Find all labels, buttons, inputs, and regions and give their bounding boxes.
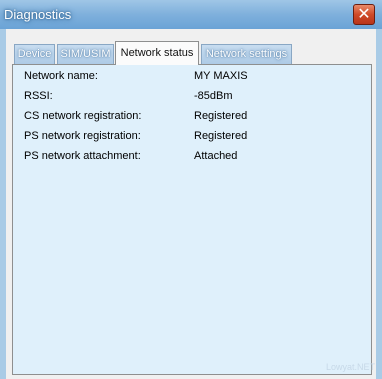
diagnostics-window: Diagnostics ✕ Device SIM/USIM Network st… (0, 0, 382, 379)
title-bar[interactable]: Diagnostics ✕ (0, 0, 382, 29)
rssi-value: -85dBm (194, 90, 233, 102)
watermark: Lowyat.NET (326, 362, 376, 372)
dialog-client-area: Device SIM/USIM Network status Network s… (6, 29, 376, 379)
network-name-value: MY MAXIS (194, 70, 248, 82)
cs-network-registration-value: Registered (194, 110, 248, 122)
ps-network-attachment-label: PS network attachment: (24, 150, 141, 162)
close-icon: ✕ (357, 4, 371, 23)
ps-network-registration-value: Registered (194, 130, 248, 142)
ps-network-attachment-value: Attached (194, 150, 238, 162)
tab-network-settings[interactable]: Network settings (201, 44, 292, 64)
tab-strip: Device SIM/USIM Network status Network s… (12, 41, 372, 65)
network-name-label: Network name: (24, 70, 98, 82)
tab-sim-usim[interactable]: SIM/USIM (57, 44, 114, 64)
cs-network-registration-label: CS network registration: (24, 110, 142, 122)
ps-network-registration-label: PS network registration: (24, 130, 141, 142)
rssi-label: RSSI: (24, 90, 53, 102)
close-button[interactable]: ✕ (353, 4, 375, 25)
network-status-panel: Network name: MY MAXIS RSSI: -85dBm CS n… (12, 64, 372, 375)
window-title: Diagnostics (4, 7, 72, 22)
tab-network-status[interactable]: Network status (115, 41, 199, 65)
tab-device[interactable]: Device (14, 44, 55, 64)
